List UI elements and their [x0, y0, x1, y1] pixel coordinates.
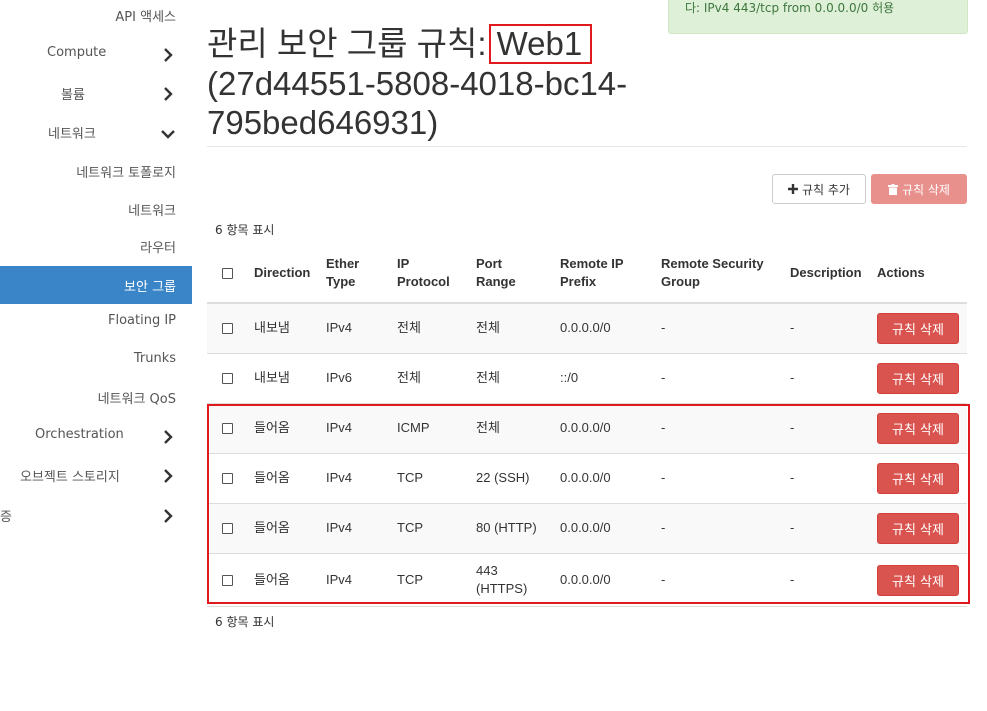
sidebar-item-network-topology[interactable]: 네트워크 토폴로지 — [0, 162, 192, 182]
security-group-id: (27d44551-5808-4018-bc14-795bed646931) — [207, 65, 628, 141]
add-rule-label: 규칙 추가 — [802, 182, 850, 197]
sidebar-item-orchestration[interactable]: Orchestration — [0, 427, 192, 447]
cell-ether-type: IPv6 — [326, 370, 353, 385]
cell-description: - — [790, 370, 795, 385]
sidebar-item-network[interactable]: 네트워크 — [0, 123, 192, 143]
header-actions: Actions — [877, 265, 925, 280]
page-title-prefix: 관리 보안 그룹 규칙: — [207, 25, 487, 62]
delete-rule-button[interactable]: 규칙 삭제 — [877, 363, 959, 394]
sidebar-item-api-access[interactable]: API 액세스 — [0, 6, 192, 26]
item-count-bottom: 6 항목 표시 — [215, 615, 275, 629]
sidebar-item-label: 오브젝트 스토리지 — [20, 470, 120, 485]
cell-remote-ip-prefix: ::/0 — [560, 370, 579, 385]
header-remote-security-group[interactable]: Remote Security Group — [661, 255, 776, 291]
sidebar-item-object-storage[interactable]: 오브젝트 스토리지 — [0, 466, 192, 486]
sidebar-item-label: 증 — [0, 510, 12, 525]
cell-ip-protocol: 전체 — [397, 370, 421, 385]
cell-ip-protocol: 전체 — [397, 320, 421, 335]
table-header: Direction Ether Type IP Protocol Port Ra… — [207, 244, 967, 304]
header-ip-protocol[interactable]: IP Protocol — [397, 255, 461, 291]
success-alert: 다: IPv4 443/tcp from 0.0.0.0/0 허용 — [668, 0, 968, 34]
delete-rules-button[interactable]: 규칙 삭제 — [871, 174, 967, 204]
sidebar-item-routers[interactable]: 라우터 — [0, 237, 192, 257]
sidebar-item-networks[interactable]: 네트워크 — [0, 200, 192, 220]
title-divider — [207, 146, 967, 147]
cell-description: - — [790, 320, 795, 335]
sidebar-item-trunks[interactable]: Trunks — [0, 351, 192, 371]
sidebar-item-network-qos[interactable]: 네트워크 QoS — [0, 388, 192, 408]
sidebar-item-label: 보안 그룹 — [124, 280, 176, 295]
select-all-checkbox[interactable] — [222, 268, 233, 279]
sidebar-item-floating-ip[interactable]: Floating IP — [0, 313, 192, 333]
alert-text: 다: IPv4 443/tcp from 0.0.0.0/0 허용 — [685, 1, 895, 15]
highlight-box — [207, 404, 970, 604]
delete-rules-label: 규칙 삭제 — [902, 182, 950, 197]
chevron-right-icon — [160, 508, 176, 524]
chevron-right-icon — [160, 429, 176, 445]
sidebar-item-label: 네트워크 — [128, 204, 176, 219]
sidebar-item-volumes[interactable]: 볼륨 — [0, 84, 192, 104]
trash-icon — [888, 183, 898, 195]
sidebar-item-label: Orchestration — [35, 427, 124, 442]
cell-remote-ip-prefix: 0.0.0.0/0 — [560, 320, 611, 335]
add-rule-button[interactable]: 규칙 추가 — [772, 174, 866, 204]
sidebar-item-security-groups[interactable]: 보안 그룹 — [0, 266, 192, 304]
sidebar-item-label: Compute — [47, 45, 107, 60]
header-port-range[interactable]: Port Range — [476, 255, 524, 291]
sidebar: API 액세스 Compute 볼륨 네트워크 네트워크 토폴로지 네트워크 라… — [0, 0, 192, 711]
page-title: 관리 보안 그룹 규칙: Web1 (27d44551-5808-4018-bc14… — [207, 24, 647, 142]
sidebar-item-label: 라우터 — [140, 241, 176, 256]
plus-icon — [788, 184, 798, 194]
cell-port-range: 전체 — [476, 320, 500, 335]
sidebar-item-identity[interactable]: 증 — [0, 506, 192, 526]
sidebar-item-label: Floating IP — [107, 313, 176, 328]
row-checkbox[interactable] — [222, 323, 233, 334]
row-checkbox[interactable] — [222, 373, 233, 384]
chevron-right-icon — [160, 468, 176, 484]
table-row: 내보냄 IPv6 전체 전체 ::/0 - - 규칙 삭제 — [207, 354, 967, 404]
cell-direction: 내보냄 — [254, 370, 290, 385]
sidebar-item-label: API 액세스 — [115, 10, 176, 25]
sidebar-item-label: Trunks — [133, 351, 176, 366]
header-description[interactable]: Description — [790, 264, 862, 282]
sidebar-item-label: 볼륨 — [61, 88, 85, 103]
sidebar-item-label: 네트워크 QoS — [97, 392, 176, 407]
header-ether-type[interactable]: Ether Type — [326, 255, 378, 291]
table-row: 내보냄 IPv4 전체 전체 0.0.0.0/0 - - 규칙 삭제 — [207, 304, 967, 354]
delete-rule-button[interactable]: 규칙 삭제 — [877, 313, 959, 344]
sidebar-item-label: 네트워크 — [48, 127, 96, 142]
cell-remote-security-group: - — [661, 370, 666, 385]
sidebar-item-label: 네트워크 토폴로지 — [76, 166, 176, 181]
cell-ether-type: IPv4 — [326, 320, 353, 335]
header-direction[interactable]: Direction — [254, 264, 310, 282]
cell-direction: 내보냄 — [254, 320, 290, 335]
cell-remote-security-group: - — [661, 320, 666, 335]
chevron-right-icon — [160, 47, 176, 63]
header-remote-ip-prefix[interactable]: Remote IP Prefix — [560, 255, 640, 291]
item-count-top: 6 항목 표시 — [215, 223, 275, 237]
sidebar-item-compute[interactable]: Compute — [0, 45, 192, 65]
cell-port-range: 전체 — [476, 370, 500, 385]
chevron-down-icon — [160, 126, 176, 142]
security-group-name: Web1 — [488, 24, 593, 64]
chevron-right-icon — [160, 86, 176, 102]
